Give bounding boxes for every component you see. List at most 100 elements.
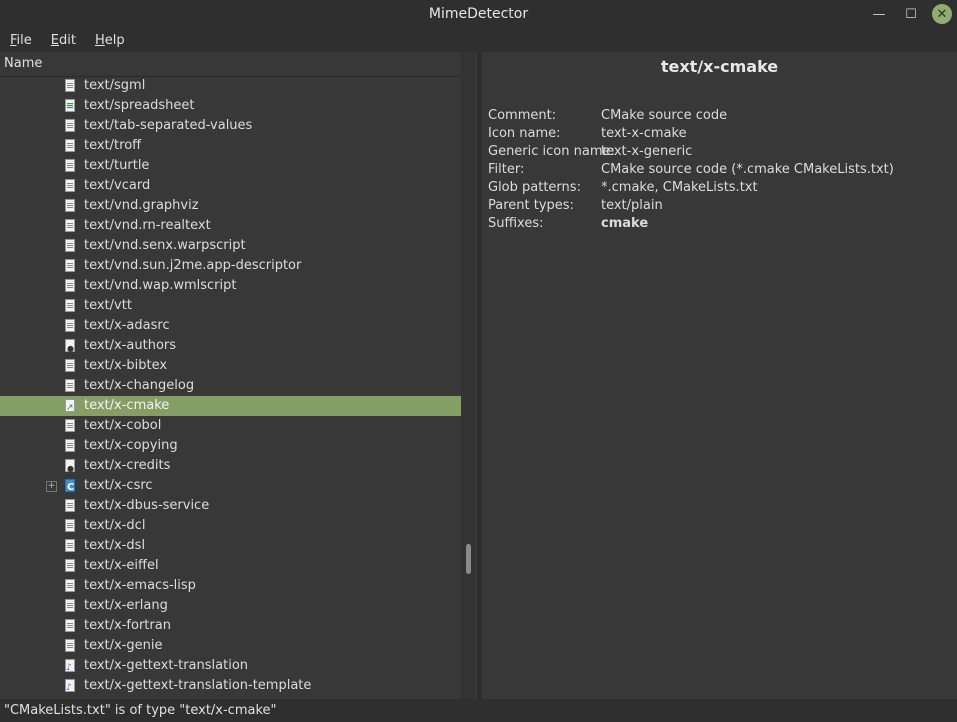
tree-row[interactable]: text/troff [0,136,461,156]
tree-row[interactable]: text/x-gettext-translation [0,656,461,678]
tree-row[interactable]: text/x-dsl [0,536,461,556]
tree-row[interactable]: text/x-authors [0,336,461,359]
property-value: text/plain [601,198,663,213]
menu-edit[interactable]: Edit [41,33,85,48]
tree-scrollbar[interactable] [461,52,475,699]
property-key: Suffixes: [488,216,544,231]
text-doc-icon [65,499,75,512]
tree-row-label: text/x-bibtex [84,358,168,373]
tree-row[interactable]: text/x-eiffel [0,556,461,576]
tree-row-label: text/x-genie [84,638,163,653]
menu-help-accel: H [94,32,105,48]
menu-help[interactable]: Help [85,33,134,48]
detail-title: text/x-cmake [660,57,779,76]
tree-row[interactable]: text/x-changelog [0,376,461,396]
tree-row-label: text/vnd.graphviz [84,198,199,213]
tree-row-label: text/vtt [84,298,132,313]
tree-row[interactable]: text/x-dcl [0,516,461,536]
expander-plus-icon[interactable]: + [46,481,57,492]
menu-help-rest: elp [104,32,125,48]
c-source-icon [65,478,75,498]
text-doc-icon [65,379,75,392]
tree-row[interactable]: text/x-copying [0,436,461,456]
tree-row[interactable]: text/x-dbus-service [0,496,461,516]
tree-row[interactable]: text/vnd.rn-realtext [0,216,461,236]
tree-row[interactable]: text/x-adasrc [0,316,461,336]
text-doc-icon [65,259,75,272]
tree-row[interactable]: text/x-cmake [0,396,461,418]
property-row: Icon name: text-x-cmake [488,125,953,143]
property-key: Comment: [488,108,557,123]
tree-row-label: text/x-gettext-translation [84,658,249,673]
text-doc-icon [65,139,75,152]
tree-row[interactable]: text/vnd.wap.wmlscript [0,276,461,296]
property-row: Generic icon name: text-x-generic [488,143,953,161]
tree-row-label: text/x-adasrc [84,318,170,333]
maximize-icon[interactable]: ☐ [902,5,920,23]
property-value: cmake [601,216,649,231]
close-icon[interactable]: ✕ [932,4,952,24]
property-key: Generic icon name: [488,144,615,159]
text-doc-icon [65,639,75,652]
tree-row[interactable]: text/x-credits [0,456,461,479]
tree-row-label: text/x-eiffel [84,558,159,573]
property-value: CMake source code [601,108,728,123]
property-row: Comment: CMake source code [488,107,953,125]
property-key: Filter: [488,162,525,177]
tree-row-label: text/x-cmake [84,398,170,413]
tree-row-label: text/x-cobol [84,418,162,433]
tree-row[interactable]: text/x-emacs-lisp [0,576,461,596]
tree-row-label: text/x-gettext-translation-template [84,678,312,693]
text-doc-icon [65,299,75,312]
tree-row-label: text/spreadsheet [84,98,195,113]
tree-row-label: text/x-emacs-lisp [84,578,196,593]
tree-row[interactable]: text/turtle [0,156,461,176]
tree-row-label: text/sgml [84,78,146,93]
tree-row[interactable]: text/vnd.senx.warpscript [0,236,461,256]
text-doc-icon [65,279,75,292]
tree-row-label: text/vnd.wap.wmlscript [84,278,237,293]
property-row: Parent types: text/plain [488,197,953,215]
text-doc-icon [65,419,75,432]
tree-scrollbar-thumb[interactable] [466,544,471,574]
menu-file[interactable]: File [0,33,41,48]
tree-row[interactable]: text/x-bibtex [0,356,461,376]
text-doc-icon [65,219,75,232]
tree-row[interactable]: text/x-cobol [0,416,461,436]
status-bar: "CMakeLists.txt" is of type "text/x-cmak… [0,699,957,722]
tree-row[interactable]: text/x-genie [0,636,461,656]
cmake-doc-icon [65,398,75,418]
tree-row-label: text/x-dcl [84,518,146,533]
tree-row[interactable]: text/vcard [0,176,461,196]
mime-tree-panel: Name text/sgml text/spreadsheet text/tab-s… [0,52,461,699]
tree-row-label: text/troff [84,138,142,153]
tree-row[interactable]: text/x-erlang [0,596,461,616]
tree-row-label: text/vnd.sun.j2me.app-descriptor [84,258,302,273]
text-doc-icon [65,159,75,172]
column-header-name[interactable]: Name [0,52,461,77]
text-doc-icon [65,539,75,552]
title-bar: MimeDetector — ☐ ✕ [0,0,957,28]
tree-row-label: text/x-dsl [84,538,146,553]
tree-row[interactable]: text/vnd.graphviz [0,196,461,216]
minimize-icon[interactable]: — [870,5,888,23]
tree-row[interactable]: text/sgml [0,76,461,96]
tree-row[interactable]: text/x-gettext-translation-template [0,676,461,698]
tree-row[interactable]: text/x-fortran [0,616,461,636]
property-value: text-x-cmake [601,126,687,141]
text-doc-icon [65,559,75,572]
tree-row[interactable]: text/tab-separated-values [0,116,461,136]
translation-doc-icon [65,658,75,678]
tree-row[interactable]: text/vnd.sun.j2me.app-descriptor [0,256,461,276]
tree-row-label: text/tab-separated-values [84,118,253,133]
menu-edit-accel: E [50,32,59,48]
tree-row-label: text/x-erlang [84,598,168,613]
tree-row[interactable]: text/spreadsheet [0,96,461,116]
property-value: CMake source code (*.cmake CMakeLists.tx… [601,162,894,177]
text-doc-icon [65,179,75,192]
detail-panel: text/x-cmake Comment: CMake source code Ic… [482,52,957,699]
text-doc-icon [65,439,75,452]
text-doc-icon [65,119,75,132]
tree-row[interactable]: + text/x-csrc [0,476,461,498]
tree-row[interactable]: text/vtt [0,296,461,316]
